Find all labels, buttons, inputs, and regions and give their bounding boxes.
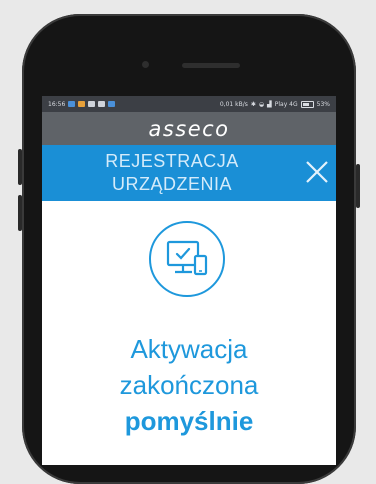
brand-bar: asseco bbox=[42, 112, 336, 145]
device-check-icon bbox=[166, 240, 208, 276]
success-icon-circle bbox=[149, 221, 225, 297]
notification-icon bbox=[88, 101, 96, 107]
notification-icon bbox=[98, 101, 106, 107]
close-button[interactable] bbox=[302, 157, 332, 187]
notification-icon bbox=[78, 101, 86, 107]
close-icon[interactable] bbox=[302, 157, 332, 187]
message-line2: zakończona bbox=[119, 370, 259, 400]
message-line3: pomyślnie bbox=[124, 406, 254, 436]
earpiece-speaker bbox=[182, 63, 240, 68]
page-title-line1: REJESTRACJA bbox=[105, 151, 239, 171]
notification-icon bbox=[68, 101, 76, 107]
power-button bbox=[356, 164, 360, 208]
status-bar: 16:56 0,01 kB/s ✱ ◒ ▟ Play 4G 53% bbox=[42, 96, 336, 112]
notification-icon bbox=[108, 101, 116, 107]
activation-message: Aktywacja zakończona pomyślnie bbox=[42, 331, 336, 439]
wifi-icon: ◒ bbox=[258, 100, 265, 108]
signal-icon: ▟ bbox=[267, 100, 272, 108]
battery-level: 53% bbox=[316, 100, 330, 108]
bluetooth-icon: ✱ bbox=[250, 100, 256, 108]
volume-up-button bbox=[18, 149, 22, 185]
activation-content: Aktywacja zakończona pomyślnie bbox=[42, 201, 336, 465]
phone-screen: 16:56 0,01 kB/s ✱ ◒ ▟ Play 4G 53% asseco… bbox=[42, 96, 336, 465]
status-time: 16:56 bbox=[48, 100, 66, 108]
page-title-line2: URZĄDZENIA bbox=[111, 174, 232, 194]
asseco-logo: asseco bbox=[148, 116, 230, 141]
battery-icon bbox=[300, 100, 314, 108]
page-header: REJESTRACJA URZĄDZENIA bbox=[42, 145, 336, 201]
carrier-label: Play 4G bbox=[274, 100, 298, 108]
volume-down-button bbox=[18, 195, 22, 231]
message-line1: Aktywacja bbox=[130, 334, 248, 364]
page-title: REJESTRACJA URZĄDZENIA bbox=[42, 150, 302, 196]
front-camera bbox=[142, 61, 149, 68]
network-speed: 0,01 kB/s bbox=[219, 100, 248, 108]
